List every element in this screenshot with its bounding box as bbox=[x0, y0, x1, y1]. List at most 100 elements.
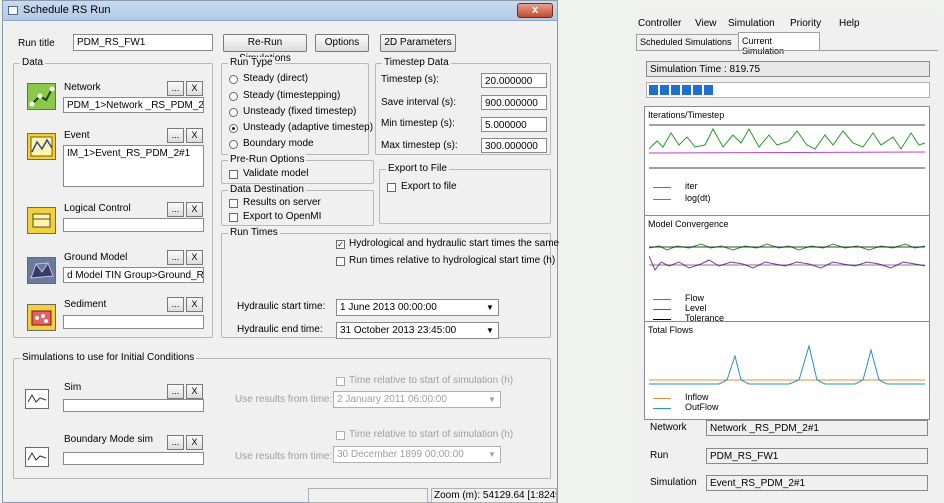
max-timestep-label: Max timestep (s): bbox=[381, 140, 458, 151]
progress-block bbox=[682, 85, 691, 95]
event-icon bbox=[27, 133, 56, 160]
simulation-time: Simulation Time : 819.75 bbox=[646, 61, 930, 77]
sim-field[interactable] bbox=[63, 399, 204, 412]
run-title-label: Run title bbox=[18, 38, 55, 49]
logical-control-clear-button[interactable]: X bbox=[186, 202, 203, 217]
boundary-time-label: Use results from time: bbox=[235, 451, 333, 462]
tab-current[interactable]: Current Simulation bbox=[738, 32, 820, 56]
boundary-sim-label: Boundary Mode sim bbox=[64, 434, 153, 445]
run-type-radio-1[interactable] bbox=[229, 92, 238, 101]
total-flows-chart-title: Total Flows bbox=[648, 325, 694, 335]
rerun-simulations-button[interactable]: Re-Run Simulations bbox=[223, 34, 307, 64]
run-type-option-0: Steady (direct) bbox=[243, 73, 309, 84]
sim-clear-button[interactable]: X bbox=[186, 384, 203, 399]
run-type-radio-4[interactable] bbox=[229, 140, 238, 149]
menu-controller[interactable]: Controller bbox=[638, 18, 681, 29]
network-field[interactable]: PDM_1>Network _RS_PDM_2#1 bbox=[63, 97, 204, 113]
menu-simulation[interactable]: Simulation bbox=[728, 18, 775, 29]
run-title-input[interactable]: PDM_RS_FW1 bbox=[73, 34, 213, 51]
timestep-input[interactable]: 20.000000 bbox=[481, 73, 547, 88]
event-browse-button[interactable]: ... bbox=[167, 128, 184, 143]
sim-browse-button[interactable]: ... bbox=[167, 384, 184, 399]
sediment-browse-button[interactable]: ... bbox=[167, 297, 184, 312]
boundary-sim-field[interactable] bbox=[63, 452, 204, 465]
boundary-sim-clear-button[interactable]: X bbox=[186, 435, 203, 450]
boundary-relative-label: Time relative to start of simulation (h) bbox=[349, 429, 514, 440]
start-time-value: 1 June 2013 00:00:00 bbox=[340, 302, 437, 313]
convergence-chart: Model Convergence Flow Level Tolerance bbox=[644, 215, 930, 325]
options-button[interactable]: Options bbox=[315, 34, 369, 52]
close-button[interactable]: x bbox=[517, 3, 553, 18]
2d-parameters-button[interactable]: 2D Parameters bbox=[380, 34, 456, 52]
export-checkbox[interactable] bbox=[387, 183, 396, 192]
boundary-time-picker[interactable]: 30 December 1899 00:00:00 ▼ bbox=[333, 446, 501, 463]
tab-divider bbox=[636, 50, 938, 51]
end-time-picker[interactable]: 31 October 2013 23:45:00 ▼ bbox=[336, 322, 499, 339]
level-legend-line bbox=[653, 309, 671, 310]
network-clear-button[interactable]: X bbox=[186, 81, 203, 96]
event-field[interactable]: IM_1>Event_RS_PDM_2#1 bbox=[63, 145, 204, 187]
min-timestep-input[interactable]: 5.000000 bbox=[481, 117, 547, 132]
ground-model-browse-button[interactable]: ... bbox=[167, 250, 184, 265]
logical-control-field[interactable] bbox=[63, 218, 204, 232]
export-group: Export to File bbox=[379, 163, 551, 224]
validate-checkbox[interactable] bbox=[229, 170, 238, 179]
flow-legend: Flow bbox=[685, 293, 705, 303]
info-simulation-label: Simulation bbox=[650, 477, 697, 488]
chevron-down-icon[interactable]: ▼ bbox=[485, 393, 499, 406]
dialog-title: Schedule RS Run bbox=[23, 4, 111, 16]
logical-control-browse-button[interactable]: ... bbox=[167, 202, 184, 217]
network-label: Network bbox=[64, 82, 101, 93]
sim-label: Sim bbox=[64, 382, 82, 393]
ground-model-field[interactable]: d Model TIN Group>Ground_Re bbox=[63, 267, 204, 283]
network-icon bbox=[27, 83, 56, 110]
tolerance-legend-line bbox=[653, 319, 671, 320]
sim-relative-label: Time relative to start of simulation (h) bbox=[349, 375, 514, 386]
sediment-clear-button[interactable]: X bbox=[186, 297, 203, 312]
sim-icon bbox=[25, 389, 49, 409]
iter-legend-line bbox=[653, 187, 671, 188]
same-start-checkbox[interactable]: ✓ bbox=[336, 240, 345, 249]
logical-control-icon bbox=[27, 207, 56, 234]
status-panel bbox=[308, 488, 428, 503]
menu-priority[interactable]: Priority bbox=[790, 18, 821, 29]
chevron-down-icon[interactable]: ▼ bbox=[483, 301, 497, 314]
menu-help[interactable]: Help bbox=[839, 18, 860, 29]
event-clear-button[interactable]: X bbox=[186, 128, 203, 143]
save-interval-input[interactable]: 900.000000 bbox=[481, 95, 547, 110]
sim-relative-checkbox[interactable] bbox=[336, 377, 345, 386]
save-interval-label: Save interval (s): bbox=[381, 97, 457, 108]
info-run-value: PDM_RS_FW1 bbox=[706, 448, 928, 464]
sim-time-label: Use results from time: bbox=[235, 394, 333, 405]
openmi-checkbox[interactable] bbox=[229, 213, 238, 222]
menu-view[interactable]: View bbox=[695, 18, 717, 29]
ground-model-clear-button[interactable]: X bbox=[186, 250, 203, 265]
run-type-radio-3[interactable] bbox=[229, 124, 238, 133]
boundary-sim-browse-button[interactable]: ... bbox=[167, 435, 184, 450]
outflow-legend: OutFlow bbox=[685, 402, 719, 412]
run-type-option-2: Unsteady (fixed timestep) bbox=[243, 106, 357, 117]
results-server-checkbox[interactable] bbox=[229, 199, 238, 208]
tab-scheduled[interactable]: Scheduled Simulations bbox=[636, 34, 739, 50]
progress-block bbox=[649, 85, 658, 95]
run-type-radio-0[interactable] bbox=[229, 75, 238, 84]
relative-times-checkbox[interactable] bbox=[336, 257, 345, 266]
chevron-down-icon[interactable]: ▼ bbox=[485, 448, 499, 461]
ground-model-icon bbox=[27, 257, 56, 284]
data-group-label: Data bbox=[20, 57, 46, 68]
run-type-radio-2[interactable] bbox=[229, 108, 238, 117]
chevron-down-icon[interactable]: ▼ bbox=[483, 324, 497, 337]
start-time-picker[interactable]: 1 June 2013 00:00:00 ▼ bbox=[336, 299, 499, 316]
convergence-chart-title: Model Convergence bbox=[648, 219, 729, 229]
progress-bar bbox=[646, 82, 930, 98]
max-timestep-input[interactable]: 300.000000 bbox=[481, 138, 547, 153]
boundary-relative-checkbox[interactable] bbox=[336, 431, 345, 440]
sim-time-picker[interactable]: 2 January 2011 06:00:00 ▼ bbox=[333, 391, 501, 408]
sediment-label: Sediment bbox=[64, 299, 107, 310]
info-network-label: Network bbox=[650, 422, 687, 433]
network-browse-button[interactable]: ... bbox=[167, 81, 184, 96]
openmi-label: Export to OpenMI bbox=[243, 211, 322, 222]
sediment-field[interactable] bbox=[63, 315, 204, 329]
info-simulation-value: Event_RS_PDM_2#1 bbox=[706, 475, 928, 491]
logdt-legend-line bbox=[653, 199, 671, 200]
